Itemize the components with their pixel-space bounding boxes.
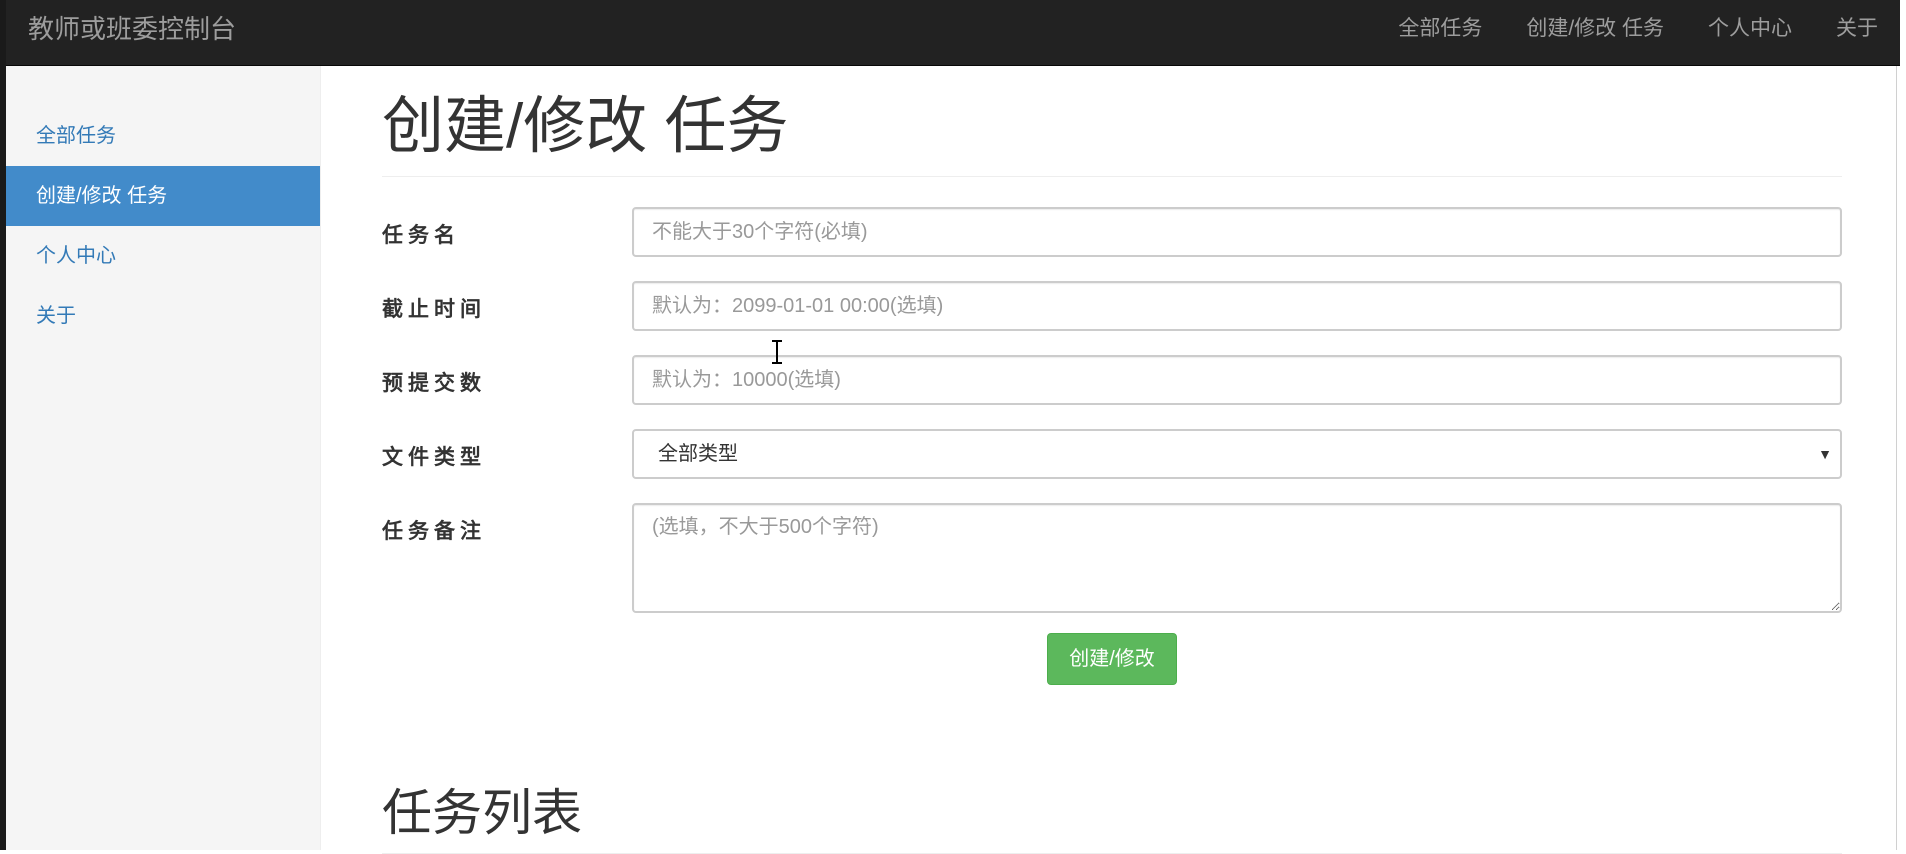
sidebar-item-profile[interactable]: 个人中心 [6, 226, 320, 286]
sidebar-item-all-tasks[interactable]: 全部任务 [6, 106, 320, 166]
page-title: 创建/修改 任务 [382, 92, 789, 161]
main-content: 创建/修改 任务 任务名 截止时间 预提交数 文件类型 全部类型 ▼ 任务备注 [382, 66, 1842, 854]
remark-label: 任务备注 [382, 520, 486, 543]
file-type-selected: 全部类型 [658, 443, 738, 465]
task-form: 任务名 截止时间 预提交数 文件类型 全部类型 ▼ 任务备注 创建/修改 [382, 207, 1842, 713]
deadline-input[interactable] [632, 281, 1842, 331]
scrollbar-track[interactable] [1896, 66, 1897, 850]
sidebar-item-create-edit-task[interactable]: 创建/修改 任务 [6, 166, 320, 226]
task-name-label: 任务名 [382, 224, 460, 247]
sidebar-item-about[interactable]: 关于 [6, 286, 320, 346]
form-row-task-name: 任务名 [382, 207, 1842, 281]
expected-count-input[interactable] [632, 355, 1842, 405]
create-edit-button[interactable]: 创建/修改 [1047, 633, 1177, 685]
submit-row: 创建/修改 [382, 633, 1842, 713]
form-row-file-type: 文件类型 全部类型 ▼ [382, 429, 1842, 503]
expected-count-label: 预提交数 [382, 372, 486, 395]
window-right-edge [1900, 0, 1906, 850]
form-row-remark: 任务备注 [382, 503, 1842, 633]
task-name-input[interactable] [632, 207, 1842, 257]
nav-link-all-tasks[interactable]: 全部任务 [1376, 0, 1504, 58]
form-row-expected-count: 预提交数 [382, 355, 1842, 429]
brand-title[interactable]: 教师或班委控制台 [28, 0, 236, 66]
nav-link-create-edit-task[interactable]: 创建/修改 任务 [1504, 0, 1686, 58]
remark-textarea[interactable] [632, 503, 1842, 613]
top-nav-links: 全部任务 创建/修改 任务 个人中心 关于 [1376, 0, 1900, 66]
nav-link-about[interactable]: 关于 [1814, 0, 1900, 58]
task-list-header: 任务列表 [382, 783, 1842, 854]
task-list-title: 任务列表 [382, 785, 582, 841]
sidebar: 全部任务 创建/修改 任务 个人中心 关于 [6, 66, 321, 850]
top-navbar: 教师或班委控制台 全部任务 创建/修改 任务 个人中心 关于 [6, 0, 1900, 66]
page-header: 创建/修改 任务 [382, 88, 1842, 177]
sidebar-list: 全部任务 创建/修改 任务 个人中心 关于 [6, 66, 320, 346]
file-type-label: 文件类型 [382, 446, 486, 469]
text-cursor-icon [772, 340, 782, 364]
file-type-select[interactable]: 全部类型 ▼ [632, 429, 1842, 479]
form-row-deadline: 截止时间 [382, 281, 1842, 355]
nav-link-profile[interactable]: 个人中心 [1686, 0, 1814, 58]
deadline-label: 截止时间 [382, 298, 486, 321]
chevron-down-icon: ▼ [1818, 446, 1832, 462]
